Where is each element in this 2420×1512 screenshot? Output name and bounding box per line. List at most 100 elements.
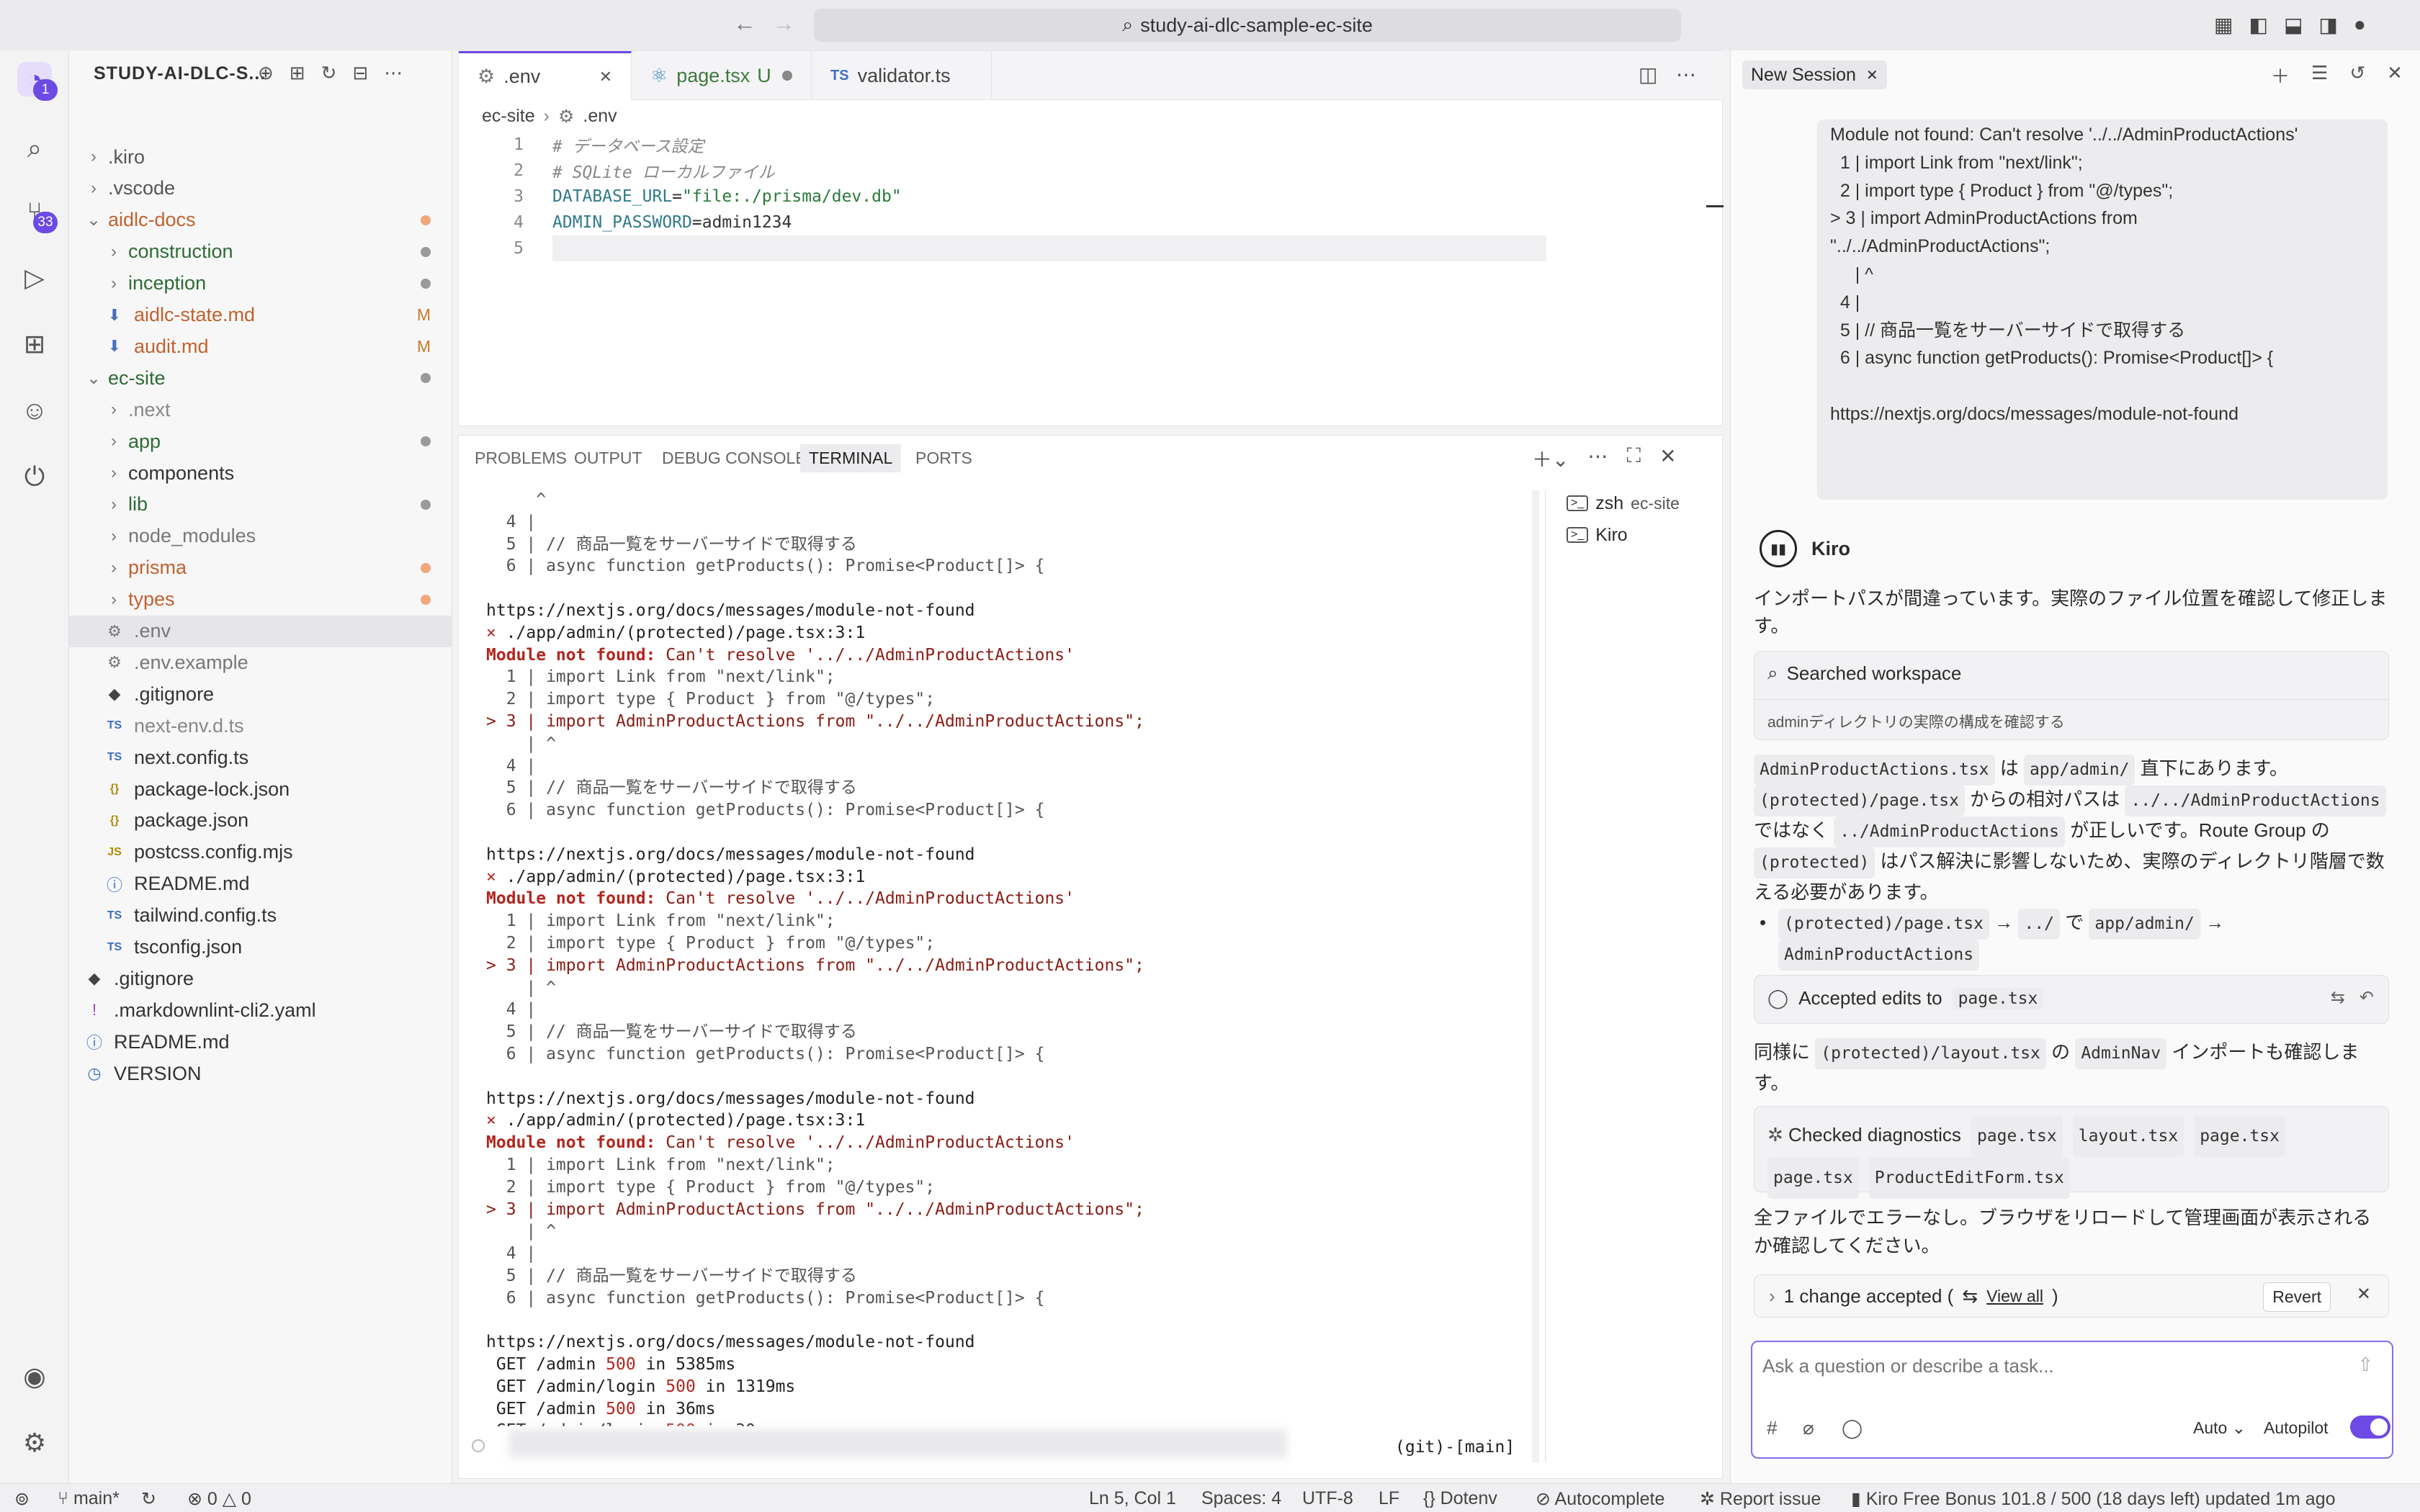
dirty-dot-icon[interactable]	[782, 71, 792, 81]
panel-tab-ports[interactable]: PORTS	[915, 449, 972, 468]
panel-tab-debug-console[interactable]: DEBUG CONSOLE	[662, 449, 807, 468]
breadcrumb-file[interactable]: .env	[583, 106, 617, 127]
tree-item[interactable]: JS postcss.config.mjs	[69, 837, 452, 868]
command-search[interactable]: ⌕ study-ai-dlc-sample-ec-site	[814, 9, 1681, 42]
tree-item[interactable]: TS next.config.ts	[69, 742, 452, 773]
cursor-position[interactable]: Ln 5, Col 1	[1089, 1488, 1176, 1509]
tree-item[interactable]: ⚙ .env	[69, 615, 452, 647]
new-terminal-icon[interactable]: ＋⌄	[1532, 444, 1569, 473]
power-icon[interactable]: ⏻	[17, 459, 52, 494]
source-control-icon[interactable]: ⑂ 33	[17, 194, 58, 233]
line-ending[interactable]: LF	[1379, 1488, 1399, 1509]
tab-validator-ts[interactable]: TS validator.ts	[812, 51, 992, 100]
problems-indicator[interactable]: ⊗ 0 △ 0	[187, 1488, 251, 1510]
breadcrumb-folder[interactable]: ec-site	[482, 106, 535, 127]
history-list-icon[interactable]: ☰	[2311, 62, 2328, 89]
tree-item[interactable]: TS tsconfig.json	[69, 932, 452, 963]
extensions-icon[interactable]: ⊞	[17, 327, 52, 361]
broadcast-icon[interactable]: ⊚	[14, 1488, 30, 1510]
run-debug-icon[interactable]: ▷	[17, 261, 52, 295]
new-file-icon[interactable]: ⊕	[258, 62, 274, 84]
model-select[interactable]: Auto ⌄	[2193, 1418, 2246, 1438]
tree-item[interactable]: › .kiro	[69, 141, 452, 173]
searched-workspace-card[interactable]: ⌕ Searched workspace adminディレクトリの実際の構成を確認…	[1754, 651, 2389, 740]
code-area[interactable]: 1 # データベース設定 2 # SQLite ローカルファイル 3 DATABASE_U…	[459, 132, 1554, 261]
tree-item[interactable]: › inception	[69, 268, 452, 300]
new-folder-icon[interactable]: ⊞	[290, 62, 305, 84]
settings-gear-icon[interactable]: ⚙	[17, 1426, 52, 1460]
checked-diagnostics-card[interactable]: ✲ Checked diagnostics page.tsx layout.tsx p…	[1754, 1106, 2389, 1199]
chat-bubble-icon[interactable]: ●	[2354, 13, 2366, 37]
collapse-all-icon[interactable]: ⊟	[352, 62, 368, 84]
account-icon[interactable]: ◉	[17, 1359, 52, 1394]
refresh-icon[interactable]: ↻	[321, 62, 337, 84]
hash-context-icon[interactable]: #	[1767, 1417, 1777, 1439]
close-icon[interactable]: ✕	[599, 68, 612, 86]
file-chip[interactable]: layout.tsx	[2072, 1115, 2184, 1157]
close-icon[interactable]: ✕	[1866, 66, 1878, 84]
more-actions-icon[interactable]: ⋯	[1676, 63, 1696, 86]
close-panel-icon[interactable]: ✕	[1659, 444, 1676, 473]
tree-item[interactable]: ⓘ README.md	[69, 868, 452, 900]
more-icon[interactable]: ⋯	[384, 62, 403, 84]
tab-new-session[interactable]: New Session ✕	[1742, 60, 1887, 89]
more-icon[interactable]: ⋯	[1587, 444, 1608, 473]
accepted-edits-card[interactable]: ◯ Accepted edits to page.tsx ⇆ ↶	[1754, 975, 2389, 1024]
indentation[interactable]: Spaces: 4	[1201, 1488, 1281, 1509]
tree-item[interactable]: ◷ VERSION	[69, 1058, 452, 1089]
view-all-link[interactable]: View all	[1986, 1287, 2043, 1306]
panel-tab-output[interactable]: OUTPUT	[574, 449, 642, 468]
file-chip[interactable]: ProductEditForm.tsx	[1868, 1157, 2070, 1199]
tree-item[interactable]: › prisma	[69, 552, 452, 584]
sync-icon[interactable]: ↻	[141, 1488, 156, 1510]
encoding[interactable]: UTF-8	[1302, 1488, 1353, 1509]
file-chip[interactable]: page.tsx	[1767, 1157, 1859, 1199]
maximize-panel-icon[interactable]: ⛶	[1626, 444, 1641, 473]
tree-item[interactable]: ⌄ ec-site	[69, 362, 452, 394]
autocomplete-toggle[interactable]: ⊘ Autocomplete	[1536, 1488, 1664, 1510]
kiro-ghost-icon[interactable]: ☺	[17, 393, 52, 428]
terminal-output[interactable]: ^ 4 | 5 | // 商品一覧をサーバーサイドで取得する 6 | async…	[486, 490, 1523, 1426]
tree-item[interactable]: ⚙ .env.example	[69, 647, 452, 678]
tab-page-tsx[interactable]: ⚛ page.tsx U	[632, 51, 812, 100]
toggle-panel-icon[interactable]: ⬓	[2284, 13, 2303, 37]
close-chat-icon[interactable]: ✕	[2387, 62, 2403, 89]
autopilot-toggle[interactable]	[2350, 1416, 2390, 1439]
split-editor-icon[interactable]: ◫	[1639, 63, 1657, 86]
send-icon[interactable]: ⇧	[2357, 1354, 2373, 1376]
chevron-right-icon[interactable]: ›	[1769, 1285, 1775, 1308]
report-issue[interactable]: ✲ Report issue	[1700, 1488, 1821, 1510]
tree-item[interactable]: › types	[69, 584, 452, 616]
forward-arrow-icon[interactable]: →	[772, 10, 795, 37]
language-mode[interactable]: {} Dotenv	[1423, 1488, 1497, 1509]
tree-item[interactable]: › lib	[69, 489, 452, 521]
tree-item[interactable]: ⬇ audit.md M	[69, 330, 452, 362]
plan-usage[interactable]: ▮ Kiro Free Bonus 101.8 / 500 (18 days l…	[1851, 1488, 2336, 1510]
tree-item[interactable]: ⌄ aidlc-docs	[69, 204, 452, 236]
panel-tab-problems[interactable]: PROBLEMS	[475, 449, 567, 468]
toggle-chat-icon[interactable]: ◨	[2318, 13, 2337, 37]
tree-item[interactable]: › .vscode	[69, 173, 452, 204]
undo-icon[interactable]: ↶	[2360, 987, 2374, 1008]
tree-item[interactable]: TS tailwind.config.ts	[69, 900, 452, 932]
tree-item[interactable]: TS next-env.d.ts	[69, 710, 452, 742]
tree-item[interactable]: ! .markdownlint-cli2.yaml	[69, 994, 452, 1026]
panel-tab-terminal[interactable]: TERMINAL	[800, 444, 902, 472]
tree-item[interactable]: ⓘ README.md	[69, 1026, 452, 1058]
file-chip[interactable]: page.tsx	[2194, 1115, 2285, 1157]
tree-item[interactable]: ⬇ aidlc-state.md M	[69, 300, 452, 331]
tree-item[interactable]: {} package.json	[69, 805, 452, 837]
tree-item[interactable]: ◆ .gitignore	[69, 678, 452, 710]
kiro-icon[interactable]: ◔ 1	[17, 62, 58, 101]
terminal-item-zsh[interactable]: >_ zsh ec-site	[1567, 487, 1680, 519]
tree-item[interactable]: › .next	[69, 394, 452, 426]
close-icon[interactable]: ✕	[2357, 1284, 2371, 1305]
tree-item[interactable]: ◆ .gitignore	[69, 963, 452, 994]
branch-indicator[interactable]: ⑂ main*	[58, 1488, 120, 1509]
tree-item[interactable]: › app	[69, 426, 452, 457]
diff-icon[interactable]: ⇆	[2331, 987, 2345, 1008]
layout-icon[interactable]: ▦	[2214, 13, 2233, 37]
terminal-item-kiro[interactable]: >_ Kiro	[1567, 519, 1680, 551]
attach-icon[interactable]: ⌀	[1803, 1417, 1814, 1439]
tree-item[interactable]: › construction	[69, 236, 452, 268]
